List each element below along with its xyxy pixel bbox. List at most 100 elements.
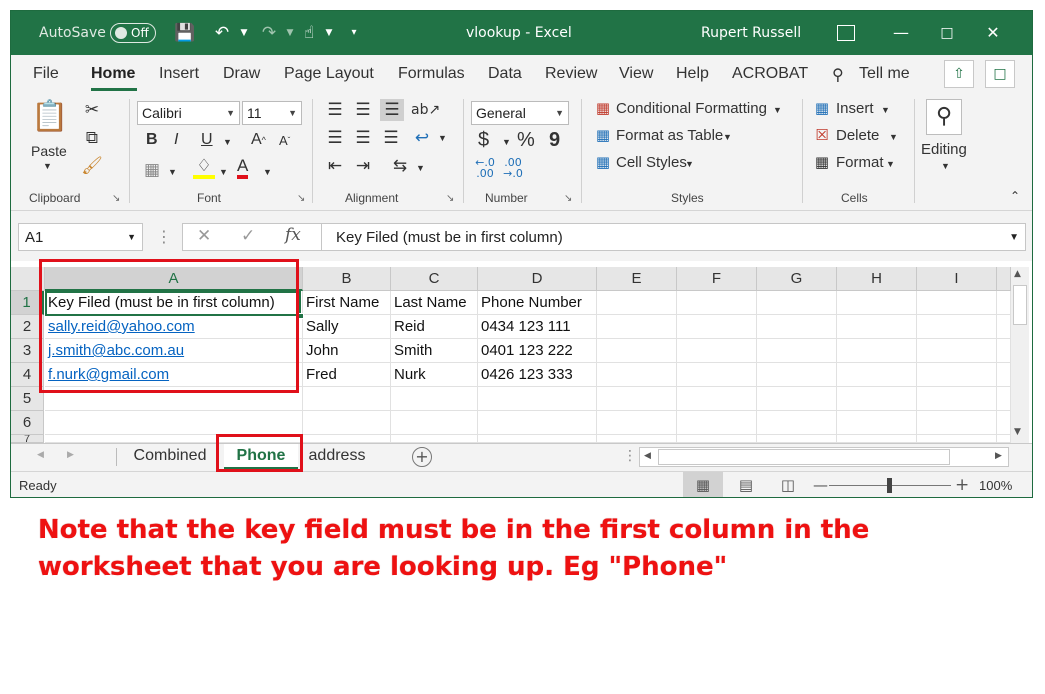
- cell-b2[interactable]: Sally: [303, 315, 391, 339]
- font-color-dropdown-icon[interactable]: ▼: [263, 167, 272, 177]
- empty-cell[interactable]: [997, 411, 1011, 435]
- conditional-formatting-button[interactable]: Conditional Formatting: [616, 100, 767, 117]
- empty-cell[interactable]: [917, 387, 997, 411]
- empty-cell[interactable]: [478, 435, 597, 443]
- name-box[interactable]: A1 ▼: [18, 223, 143, 251]
- empty-cell[interactable]: [917, 363, 997, 387]
- align-left-icon[interactable]: ☰: [324, 127, 346, 149]
- empty-cell[interactable]: [917, 339, 997, 363]
- ribbon-display-icon[interactable]: [837, 25, 855, 41]
- font-color-button[interactable]: A: [237, 157, 249, 179]
- empty-cell[interactable]: [917, 435, 997, 443]
- shrink-font-button[interactable]: Aˇ: [279, 133, 290, 148]
- paste-icon[interactable]: 📋: [31, 99, 68, 135]
- cell-styles-icon[interactable]: ▦: [593, 151, 613, 173]
- scroll-left-icon[interactable]: ◀: [644, 451, 651, 461]
- empty-cell[interactable]: [837, 411, 917, 435]
- column-header-b[interactable]: B: [303, 267, 391, 291]
- tab-draw[interactable]: Draw: [223, 65, 260, 83]
- empty-cell[interactable]: [45, 411, 303, 435]
- cut-icon[interactable]: ✂: [81, 99, 103, 121]
- find-icon[interactable]: ⚲: [926, 99, 962, 135]
- copy-icon[interactable]: ⧉: [81, 127, 103, 149]
- cell-d2[interactable]: 0434 123 111: [478, 315, 597, 339]
- user-name[interactable]: Rupert Russell: [701, 11, 801, 55]
- zoom-in-icon[interactable]: +: [955, 475, 969, 495]
- empty-cell[interactable]: [917, 315, 997, 339]
- touch-dropdown-icon[interactable]: ▼: [318, 23, 340, 43]
- vertical-scrollbar[interactable]: ▲ ▼: [1011, 267, 1029, 443]
- column-header-e[interactable]: E: [597, 267, 677, 291]
- customize-toolbar-icon[interactable]: ▾: [343, 23, 365, 43]
- empty-cell[interactable]: [597, 363, 677, 387]
- scroll-right-icon[interactable]: ▶: [995, 451, 1002, 461]
- undo-dropdown-icon[interactable]: ▼: [233, 23, 255, 43]
- scroll-up-icon[interactable]: ▲: [1014, 269, 1021, 279]
- empty-cell[interactable]: [677, 387, 757, 411]
- clipboard-launcher-icon[interactable]: ↘: [112, 193, 120, 204]
- empty-cell[interactable]: [997, 435, 1011, 443]
- merge-dropdown-icon[interactable]: ▼: [416, 163, 425, 173]
- add-sheet-icon[interactable]: +: [412, 447, 432, 467]
- cell-c2[interactable]: Reid: [391, 315, 478, 339]
- currency-dropdown-icon[interactable]: ▼: [502, 137, 511, 147]
- empty-cell[interactable]: [303, 435, 391, 443]
- column-header-g[interactable]: G: [757, 267, 837, 291]
- empty-cell[interactable]: [597, 315, 677, 339]
- number-launcher-icon[interactable]: ↘: [564, 193, 572, 204]
- empty-cell[interactable]: [677, 435, 757, 443]
- empty-cell[interactable]: [757, 387, 837, 411]
- row-header-6[interactable]: 6: [11, 411, 44, 435]
- font-name-select[interactable]: Calibri ▼: [137, 101, 240, 125]
- empty-cell[interactable]: [597, 291, 677, 315]
- save-icon[interactable]: 💾: [174, 23, 196, 43]
- percent-button[interactable]: %: [517, 129, 535, 152]
- empty-cell[interactable]: [837, 387, 917, 411]
- empty-cell[interactable]: [997, 315, 1011, 339]
- cell-styles-button[interactable]: Cell Styles: [616, 154, 687, 171]
- insert-function-icon[interactable]: fx: [285, 225, 301, 245]
- enter-icon[interactable]: ✓: [241, 226, 255, 246]
- column-header-h[interactable]: H: [837, 267, 917, 291]
- autosave-toggle[interactable]: Off: [110, 23, 156, 43]
- wrap-dropdown-icon[interactable]: ▼: [438, 133, 447, 143]
- empty-cell[interactable]: [391, 387, 478, 411]
- format-table-dropdown-icon[interactable]: ▼: [723, 132, 732, 142]
- empty-cell[interactable]: [837, 339, 917, 363]
- horizontal-scrollbar[interactable]: ◀ ▶: [639, 447, 1009, 467]
- touch-mode-icon[interactable]: ☝: [298, 23, 320, 43]
- cell-d3[interactable]: 0401 123 222: [478, 339, 597, 363]
- page-break-view-icon[interactable]: ◫: [775, 472, 801, 497]
- empty-cell[interactable]: [837, 291, 917, 315]
- delete-cells-icon[interactable]: ☒: [811, 124, 833, 146]
- italic-button[interactable]: I: [174, 131, 178, 149]
- cell-b1[interactable]: First Name: [303, 291, 391, 315]
- tab-review[interactable]: Review: [545, 65, 597, 83]
- paste-button[interactable]: Paste: [31, 143, 67, 159]
- empty-cell[interactable]: [837, 315, 917, 339]
- number-format-select[interactable]: General ▼: [471, 101, 569, 125]
- close-icon[interactable]: ✕: [983, 23, 1003, 43]
- editing-dropdown-icon[interactable]: ▼: [941, 161, 950, 171]
- search-icon[interactable]: ⚲: [832, 65, 844, 85]
- editing-button[interactable]: Editing: [921, 141, 967, 158]
- format-dropdown-icon[interactable]: ▼: [886, 159, 895, 169]
- empty-cell[interactable]: [303, 411, 391, 435]
- cell-d4[interactable]: 0426 123 333: [478, 363, 597, 387]
- top-align-icon[interactable]: ☰: [324, 99, 346, 121]
- format-as-table-button[interactable]: Format as Table: [616, 127, 723, 144]
- empty-cell[interactable]: [997, 291, 1011, 315]
- borders-icon[interactable]: ▦: [141, 159, 163, 181]
- tab-home[interactable]: Home: [91, 65, 135, 83]
- normal-view-icon[interactable]: ▦: [683, 472, 723, 497]
- redo-icon[interactable]: ↷: [258, 23, 280, 43]
- font-launcher-icon[interactable]: ↘: [297, 193, 305, 204]
- empty-cell[interactable]: [997, 339, 1011, 363]
- empty-cell[interactable]: [597, 411, 677, 435]
- tab-acrobat[interactable]: ACROBAT: [732, 65, 808, 83]
- horizontal-scroll-thumb[interactable]: [658, 449, 950, 465]
- underline-button[interactable]: U: [201, 131, 213, 149]
- comments-icon[interactable]: □: [985, 60, 1015, 88]
- share-icon[interactable]: ⇧: [944, 60, 974, 88]
- insert-dropdown-icon[interactable]: ▼: [881, 105, 890, 115]
